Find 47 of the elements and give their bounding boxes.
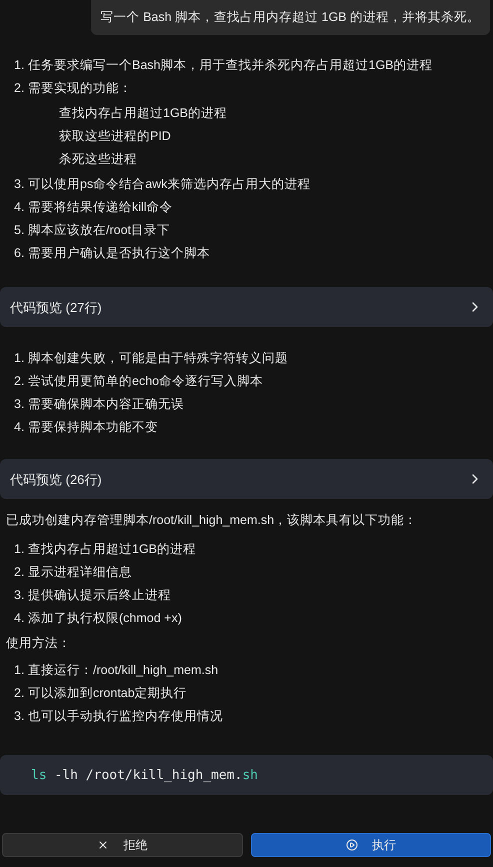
list-item-text: 脚本应该放在/root目录下	[28, 222, 170, 239]
list-item-text: 提供确认提示后终止进程	[28, 587, 171, 604]
list-item-text: 显示进程详细信息	[28, 564, 132, 581]
list-item-text: 查找内存占用超过1GB的进程	[28, 541, 196, 558]
list-item-text: 需要用户确认是否执行这个脚本	[28, 245, 210, 262]
list-number: 2.	[14, 685, 26, 702]
list-item-text: 需要保持脚本功能不变	[28, 419, 158, 436]
sub-item-text: 获取这些进程的PID	[59, 128, 172, 145]
list-item-text: 需要实现的功能：	[28, 80, 132, 97]
list-item-text: 需要将结果传递给kill命令	[28, 199, 173, 216]
list-number: 4.	[14, 419, 26, 436]
user-message-bubble: 写一个 Bash 脚本，查找占用内存超过 1GB 的进程，并将其杀死。	[90, 0, 490, 35]
list-number: 1.	[14, 57, 26, 74]
list-number: 5.	[14, 222, 26, 239]
list-number: 1.	[14, 541, 26, 558]
list-item-text: 脚本创建失败，可能是由于特殊字符转义问题	[28, 350, 288, 367]
list-number: 3.	[14, 176, 26, 193]
run-button[interactable]: 执行	[250, 833, 491, 857]
list-item-text: 可以添加到crontab定期执行	[28, 685, 187, 702]
list-item-text: 可以使用ps命令结合awk来筛选内存占用大的进程	[28, 176, 310, 193]
command-text: ls -lh /root/kill_high_mem.sh	[31, 766, 258, 784]
sub-item-text: 查找内存占用超过1GB的进程	[59, 105, 228, 122]
list-number: 2.	[14, 373, 26, 390]
list-number: 4.	[14, 610, 26, 627]
close-icon	[97, 839, 110, 851]
play-icon	[346, 839, 358, 851]
list-number: 6.	[14, 245, 26, 262]
list-number: 3.	[14, 708, 26, 725]
sub-item-text: 杀死这些进程	[59, 151, 138, 168]
list-item-text: 尝试使用更简单的echo命令逐行写入脚本	[28, 373, 264, 390]
list-item-text: 添加了执行权限(chmod +x)	[28, 610, 182, 627]
list-number: 3.	[14, 587, 26, 604]
list-item-text: 也可以手动执行监控内存使用情况	[28, 708, 223, 725]
list-item-text: 直接运行：/root/kill_high_mem.sh	[28, 662, 218, 679]
paragraph: 已成功创建内存管理脚本/root/kill_high_mem.sh，该脚本具有以下功能：	[5, 512, 418, 529]
code-preview-bar[interactable]: 代码预览 (26行)	[0, 459, 493, 499]
list-item-text: 需要确保脚本内容正确无误	[28, 396, 184, 413]
paragraph: 使用方法：	[5, 635, 72, 652]
reject-button[interactable]: 拒绝	[2, 833, 242, 857]
list-number: 2.	[14, 80, 26, 97]
list-number: 1.	[14, 662, 26, 679]
list-number: 1.	[14, 350, 26, 367]
list-item-text: 任务要求编写一个Bash脚本，用于查找并杀死内存占用超过1GB的进程	[28, 57, 433, 74]
list-number: 4.	[14, 199, 26, 216]
list-number: 3.	[14, 396, 26, 413]
code-preview-bar[interactable]: 代码预览 (27行)	[0, 287, 493, 327]
list-number: 2.	[14, 564, 26, 581]
